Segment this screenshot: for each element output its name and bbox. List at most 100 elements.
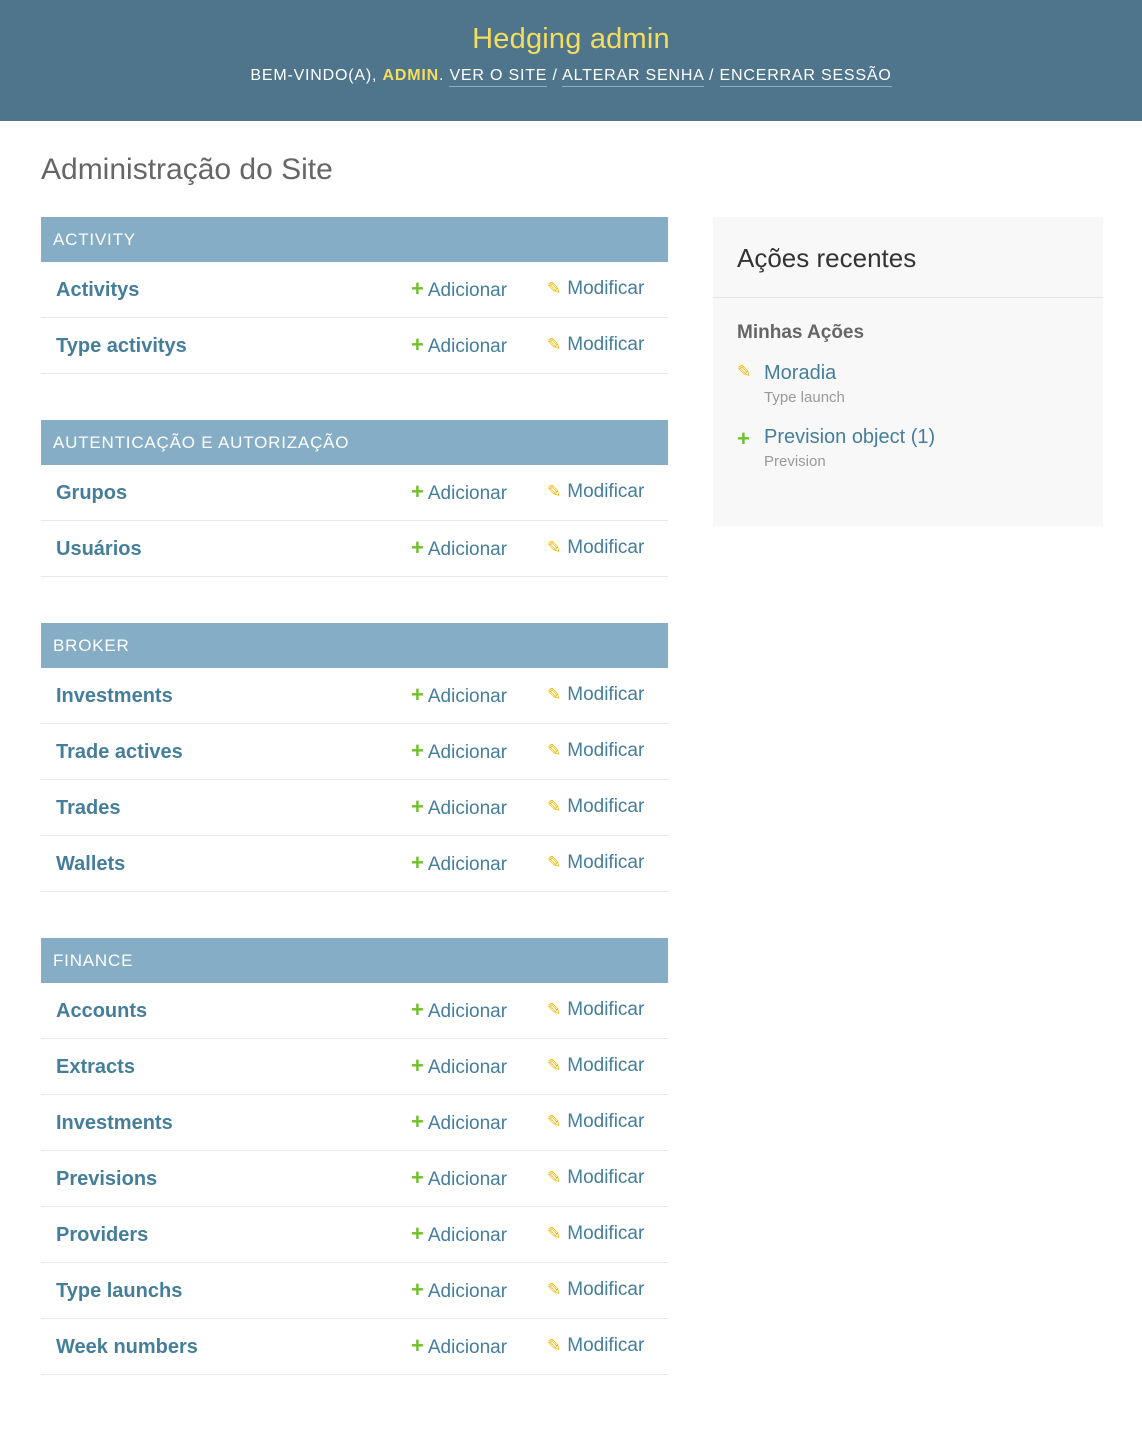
add-link[interactable]: + Adicionar bbox=[411, 334, 507, 358]
model-row: Wallets + Adicionar ✎ Modificar bbox=[41, 836, 668, 892]
module-caption[interactable]: Broker bbox=[41, 623, 668, 668]
add-label: Adicionar bbox=[427, 742, 508, 763]
add-label: Adicionar bbox=[427, 336, 508, 357]
my-actions-title: Minhas Ações bbox=[737, 322, 865, 343]
model-row: Week numbers + Adicionar ✎ Modificar bbox=[41, 1319, 668, 1375]
model-link[interactable]: Extracts bbox=[56, 1056, 135, 1078]
logout-link[interactable]: Encerrar sessão bbox=[719, 67, 892, 87]
model-row: Extracts + Adicionar ✎ Modificar bbox=[41, 1039, 668, 1095]
pencil-icon: ✎ bbox=[547, 685, 562, 704]
add-label: Adicionar bbox=[427, 1057, 508, 1078]
site-name[interactable]: Hedging admin bbox=[0, 0, 1142, 57]
change-link[interactable]: ✎ Modificar bbox=[547, 740, 644, 762]
view-site-link[interactable]: Ver o site bbox=[449, 67, 548, 87]
module-caption[interactable]: Autenticação e Autorização bbox=[41, 420, 668, 465]
change-link[interactable]: ✎ Modificar bbox=[547, 1335, 644, 1357]
change-link[interactable]: ✎ Modificar bbox=[547, 334, 644, 356]
add-link[interactable]: + Adicionar bbox=[411, 796, 507, 820]
header: Hedging admin Bem-vindo(a), admin. Ver o… bbox=[0, 0, 1142, 121]
change-link[interactable]: ✎ Modificar bbox=[547, 481, 644, 503]
pencil-icon: ✎ bbox=[547, 853, 562, 872]
change-link[interactable]: ✎ Modificar bbox=[547, 1167, 644, 1189]
change-link[interactable]: ✎ Modificar bbox=[547, 1055, 644, 1077]
recent-action-link[interactable]: Prevision object (1) bbox=[764, 426, 935, 449]
plus-icon: + bbox=[411, 794, 424, 819]
module-caption[interactable]: Finance bbox=[41, 938, 668, 983]
plus-icon: + bbox=[411, 535, 424, 560]
add-link[interactable]: + Adicionar bbox=[411, 1111, 507, 1135]
add-link[interactable]: + Adicionar bbox=[411, 1167, 507, 1191]
change-label: Modificar bbox=[567, 1111, 645, 1132]
change-label: Modificar bbox=[567, 740, 645, 761]
model-link[interactable]: Activitys bbox=[56, 279, 139, 301]
model-link[interactable]: Grupos bbox=[56, 482, 127, 504]
add-label: Adicionar bbox=[427, 798, 508, 819]
model-row: Type launchs + Adicionar ✎ Modificar bbox=[41, 1263, 668, 1319]
change-link[interactable]: ✎ Modificar bbox=[547, 1111, 644, 1133]
add-label: Adicionar bbox=[427, 686, 508, 707]
plus-icon: + bbox=[411, 682, 424, 707]
recent-action-type: Type launch bbox=[764, 389, 845, 406]
model-link[interactable]: Type activitys bbox=[56, 335, 187, 357]
change-link[interactable]: ✎ Modificar bbox=[547, 278, 644, 300]
model-link[interactable]: Type launchs bbox=[56, 1280, 182, 1302]
add-label: Adicionar bbox=[427, 1281, 508, 1302]
model-link[interactable]: Previsions bbox=[56, 1168, 157, 1190]
recent-action-item: + Prevision object (1) Prevision bbox=[737, 426, 1103, 472]
add-label: Adicionar bbox=[427, 854, 508, 875]
change-password-link[interactable]: Alterar senha bbox=[562, 67, 704, 87]
model-link[interactable]: Trades bbox=[56, 797, 120, 819]
model-row: Providers + Adicionar ✎ Modificar bbox=[41, 1207, 668, 1263]
change-label: Modificar bbox=[567, 796, 645, 817]
add-link[interactable]: + Adicionar bbox=[411, 537, 507, 561]
change-link[interactable]: ✎ Modificar bbox=[547, 796, 644, 818]
change-label: Modificar bbox=[567, 537, 645, 558]
plus-icon: + bbox=[411, 997, 424, 1022]
add-label: Adicionar bbox=[427, 1337, 508, 1358]
add-link[interactable]: + Adicionar bbox=[411, 684, 507, 708]
change-link[interactable]: ✎ Modificar bbox=[547, 537, 644, 559]
pencil-icon: ✎ bbox=[547, 1056, 562, 1075]
plus-icon: + bbox=[411, 1333, 424, 1358]
add-link[interactable]: + Adicionar bbox=[411, 481, 507, 505]
model-link[interactable]: Week numbers bbox=[56, 1336, 198, 1358]
change-link[interactable]: ✎ Modificar bbox=[547, 1279, 644, 1301]
model-link[interactable]: Providers bbox=[56, 1224, 148, 1246]
recent-actions-panel: Ações recentes Minhas Ações ✎ Moradia Type… bbox=[713, 217, 1103, 526]
change-link[interactable]: ✎ Modificar bbox=[547, 999, 644, 1021]
user-tools: Bem-vindo(a), admin. Ver o site / Altera… bbox=[0, 67, 1142, 87]
model-link[interactable]: Investments bbox=[56, 1112, 173, 1134]
add-link[interactable]: + Adicionar bbox=[411, 740, 507, 764]
app-module: Activity Activitys + Adicionar ✎ Modificar Typ… bbox=[41, 217, 668, 374]
add-label: Adicionar bbox=[427, 1169, 508, 1190]
add-link[interactable]: + Adicionar bbox=[411, 1223, 507, 1247]
pencil-icon: ✎ bbox=[547, 1112, 562, 1131]
model-row: Trades + Adicionar ✎ Modificar bbox=[41, 780, 668, 836]
module-caption[interactable]: Activity bbox=[41, 217, 668, 262]
plus-icon: + bbox=[411, 479, 424, 504]
add-link[interactable]: + Adicionar bbox=[411, 1335, 507, 1359]
change-label: Modificar bbox=[567, 334, 645, 355]
model-link[interactable]: Accounts bbox=[56, 1000, 147, 1022]
model-row: Grupos + Adicionar ✎ Modificar bbox=[41, 465, 668, 521]
add-link[interactable]: + Adicionar bbox=[411, 852, 507, 876]
model-link[interactable]: Usuários bbox=[56, 538, 142, 560]
add-link[interactable]: + Adicionar bbox=[411, 1055, 507, 1079]
change-link[interactable]: ✎ Modificar bbox=[547, 684, 644, 706]
pencil-icon: ✎ bbox=[547, 1336, 562, 1355]
add-link[interactable]: + Adicionar bbox=[411, 999, 507, 1023]
change-label: Modificar bbox=[567, 481, 645, 502]
change-link[interactable]: ✎ Modificar bbox=[547, 1223, 644, 1245]
change-label: Modificar bbox=[567, 852, 645, 873]
model-link[interactable]: Investments bbox=[56, 685, 173, 707]
model-link[interactable]: Trade actives bbox=[56, 741, 183, 763]
plus-icon: + bbox=[411, 276, 424, 301]
page-title: Administração do Site bbox=[41, 153, 333, 186]
add-link[interactable]: + Adicionar bbox=[411, 278, 507, 302]
model-link[interactable]: Wallets bbox=[56, 853, 125, 875]
add-link[interactable]: + Adicionar bbox=[411, 1279, 507, 1303]
model-row: Accounts + Adicionar ✎ Modificar bbox=[41, 983, 668, 1039]
change-link[interactable]: ✎ Modificar bbox=[547, 852, 644, 874]
recent-action-link[interactable]: Moradia bbox=[764, 362, 836, 385]
change-label: Modificar bbox=[567, 1335, 645, 1356]
